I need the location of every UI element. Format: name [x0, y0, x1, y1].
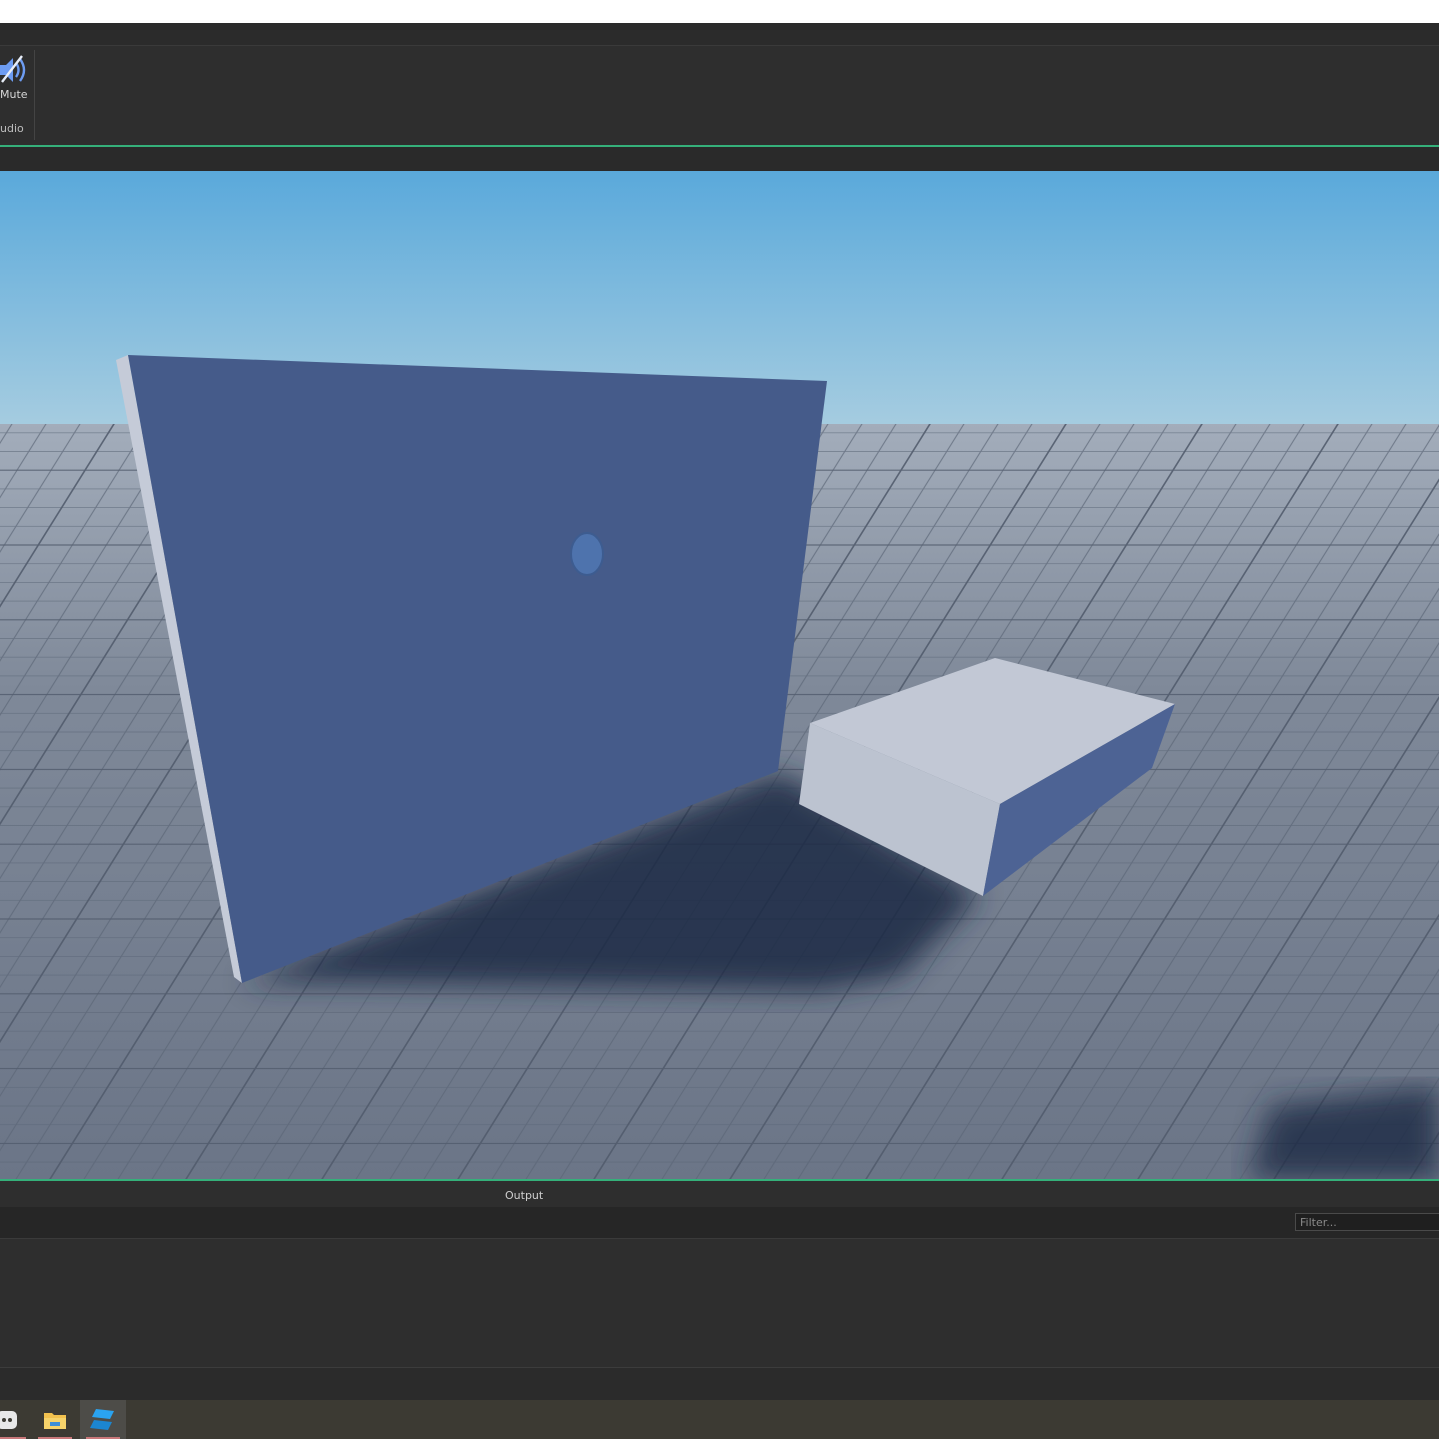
taskbar-item-roblox-studio[interactable]: [80, 1400, 126, 1439]
taskbar-item-file-explorer[interactable]: [32, 1400, 78, 1439]
taskbar-item-discord[interactable]: [0, 1400, 32, 1439]
taskbar: [0, 1400, 1439, 1439]
status-bar: [0, 1367, 1439, 1401]
output-filter-input[interactable]: [1295, 1213, 1439, 1231]
file-explorer-icon: [44, 1413, 66, 1429]
discord-icon: [0, 1411, 17, 1429]
window-top-edge: [0, 0, 1439, 23]
output-log-area[interactable]: [0, 1239, 1439, 1367]
viewport-tab-strip: [0, 147, 1439, 171]
audio-group-label: udio: [0, 122, 24, 135]
ribbon-divider: [34, 50, 35, 140]
3d-viewport[interactable]: [0, 171, 1439, 1179]
output-toolbar: [0, 1207, 1439, 1239]
sphere-part[interactable]: [570, 532, 604, 576]
mute-speaker-icon[interactable]: [0, 52, 30, 88]
menu-bar: [0, 23, 1439, 46]
output-panel-header: [0, 1181, 1439, 1207]
roblox-studio-icon: [90, 1409, 114, 1430]
output-panel-title: Output: [505, 1189, 544, 1202]
mute-button-label[interactable]: Mute: [0, 88, 28, 101]
ribbon-toolbar: [0, 46, 1439, 145]
